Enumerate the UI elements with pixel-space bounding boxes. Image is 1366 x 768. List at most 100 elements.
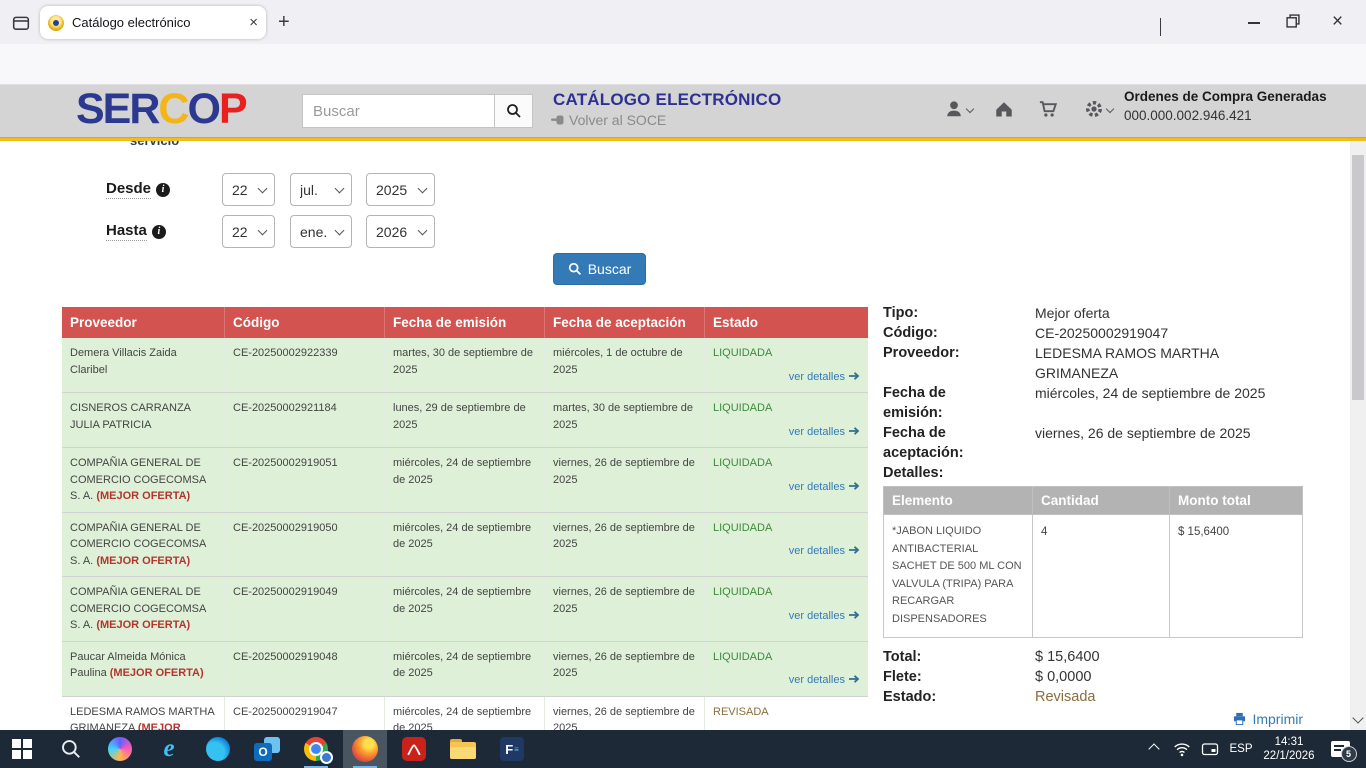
cell-emision: miércoles, 24 de septiembre de 2025 [385, 697, 545, 731]
start-button[interactable] [0, 730, 44, 768]
scroll-down-icon[interactable] [1352, 712, 1363, 723]
hasta-month-select[interactable]: ene. [290, 215, 352, 248]
home-icon[interactable] [994, 99, 1014, 119]
ver-detalles-link[interactable]: ver detalles [789, 481, 845, 493]
cell-aceptacion: viernes, 26 de septiembre de 2025 [545, 577, 705, 641]
estado-label: Estado: [883, 687, 995, 707]
acrobat-icon[interactable] [392, 730, 436, 768]
firefox-icon[interactable] [343, 730, 387, 768]
col-fecha-aceptacion: Fecha de aceptación [545, 307, 705, 338]
wifi-icon[interactable] [1168, 730, 1196, 768]
user-menu-icon[interactable] [944, 99, 973, 119]
windows-taskbar: e O F≡ ESP 14:31 22/1/2026 5 [0, 730, 1366, 768]
tab-list-chevron-icon[interactable] [1160, 18, 1161, 36]
imprimir-link[interactable]: Imprimir [1232, 709, 1303, 729]
cell-proveedor: CISNEROS CARRANZA JULIA PATRICIA [62, 393, 225, 447]
cell-proveedor: COMPAÑIA GENERAL DE COMERCIO COGECOMSA S… [62, 513, 225, 577]
tipo-label: Tipo: [883, 303, 995, 323]
page-scrollbar[interactable] [1350, 85, 1366, 730]
order-row: LEDESMA RAMOS MARTHA GRIMANEZA (MEJOR OF… [62, 696, 868, 731]
desde-month-select-wrap: jul. [290, 173, 352, 206]
copilot-icon[interactable] [98, 730, 142, 768]
settings-gear-icon[interactable] [1084, 99, 1113, 119]
item-elemento: *JABON LIQUIDO ANTIBACTERIAL SACHET DE 5… [884, 515, 1033, 638]
desde-day-select[interactable]: 22 [222, 173, 275, 206]
desde-year-select[interactable]: 2025 [366, 173, 435, 206]
desde-day-select-wrap: 22 [222, 173, 275, 206]
internet-explorer-icon[interactable]: e [147, 730, 191, 768]
chrome-icon[interactable] [294, 730, 338, 768]
scrollbar-thumb[interactable] [1352, 155, 1364, 400]
orders-generated-label: Ordenes de Compra Generadas [1124, 89, 1344, 104]
col-proveedor: Proveedor [62, 307, 225, 338]
status-badge: LIQUIDADA [713, 400, 860, 417]
info-icon[interactable]: i [156, 183, 170, 197]
finance-app-icon[interactable]: F≡ [490, 730, 534, 768]
item-cantidad: 4 [1033, 515, 1170, 638]
display-tray-icon[interactable] [1196, 730, 1224, 768]
browser-titlebar: Catálogo electrónico × + × [0, 0, 1366, 44]
cell-proveedor: COMPAÑIA GENERAL DE COMERCIO COGECOMSA S… [62, 577, 225, 641]
ver-detalles-link[interactable]: ver detalles [789, 545, 845, 557]
items-col-monto: Monto total [1169, 487, 1302, 515]
sercop-logo[interactable]: SERCOP [76, 86, 246, 132]
new-tab-button[interactable]: + [278, 12, 290, 32]
hasta-day-select[interactable]: 22 [222, 215, 275, 248]
cell-emision: miércoles, 24 de septiembre de 2025 [385, 448, 545, 512]
status-badge: LIQUIDADA [713, 649, 860, 666]
hasta-label: Hastai [106, 222, 166, 240]
file-explorer-icon[interactable] [441, 730, 485, 768]
order-row: COMPAÑIA GENERAL DE COMERCIO COGECOMSA S… [62, 512, 868, 577]
ver-detalles-link[interactable]: ver detalles [789, 371, 845, 383]
cell-estado: LIQUIDADA ver detalles [705, 338, 868, 392]
cell-codigo: CE-20250002921184 [225, 393, 385, 447]
items-col-elemento: Elemento [884, 487, 1033, 515]
header-search-button[interactable] [494, 94, 533, 128]
arrow-right-icon [848, 426, 860, 436]
ver-detalles-link[interactable]: ver detalles [789, 426, 845, 438]
order-row: Paucar Almeida Mónica Paulina (MEJOR OFE… [62, 641, 868, 696]
hand-pointer-icon [551, 114, 565, 126]
window-restore-button[interactable] [1286, 14, 1300, 28]
header-search-input[interactable] [302, 94, 495, 128]
cell-emision: lunes, 29 de septiembre de 2025 [385, 393, 545, 447]
browser-tab[interactable]: Catálogo electrónico × [40, 6, 266, 39]
edge-icon[interactable] [196, 730, 240, 768]
cell-aceptacion: miércoles, 1 de octubre de 2025 [545, 338, 705, 392]
header-yellow-band [0, 137, 1366, 141]
arrow-right-icon [848, 481, 860, 491]
status-badge: LIQUIDADA [713, 455, 860, 472]
cart-icon[interactable] [1038, 99, 1058, 119]
window-minimize-button[interactable] [1240, 8, 1268, 36]
tray-chevron-up-icon[interactable] [1140, 730, 1168, 768]
taskbar-search-button[interactable] [49, 730, 93, 768]
tray-language[interactable]: ESP [1224, 730, 1258, 768]
tray-clock[interactable]: 14:31 22/1/2026 [1258, 730, 1320, 768]
col-fecha-emision: Fecha de emisión [385, 307, 545, 338]
tab-close-icon[interactable]: × [249, 15, 258, 30]
firefox-view-icon[interactable] [8, 10, 34, 36]
ver-detalles-link[interactable]: ver detalles [789, 610, 845, 622]
buscar-button[interactable]: Buscar [553, 253, 646, 285]
cell-codigo: CE-20250002919047 [225, 697, 385, 731]
desde-month-select[interactable]: jul. [290, 173, 352, 206]
tab-title: Catálogo electrónico [72, 15, 249, 30]
estado-value: Revisada [995, 687, 1303, 707]
info-icon[interactable]: i [152, 225, 166, 239]
cell-estado: LIQUIDADA ver detalles [705, 393, 868, 447]
order-detail-panel: Tipo:Mejor oferta Código:CE-202500029190… [883, 303, 1303, 753]
volver-al-soce-link[interactable]: Volver al SOCE [551, 112, 666, 128]
cell-codigo: CE-20250002922339 [225, 338, 385, 392]
ver-detalles-link[interactable]: ver detalles [789, 674, 845, 686]
desde-year-select-wrap: 2025 [366, 173, 435, 206]
cell-aceptacion: viernes, 26 de septiembre de 2025 [545, 448, 705, 512]
cell-proveedor: Demera Villacis Zaida Claribel [62, 338, 225, 392]
hasta-year-select-wrap: 2026 [366, 215, 435, 248]
cell-aceptacion: martes, 30 de septiembre de 2025 [545, 393, 705, 447]
outlook-icon[interactable]: O [245, 730, 289, 768]
mejor-oferta-tag: (MEJOR OFERTA) [96, 490, 190, 502]
notifications-button[interactable]: 5 [1322, 730, 1358, 768]
hasta-year-select[interactable]: 2026 [366, 215, 435, 248]
window-close-button[interactable]: × [1332, 11, 1343, 33]
cell-emision: miércoles, 24 de septiembre de 2025 [385, 642, 545, 696]
